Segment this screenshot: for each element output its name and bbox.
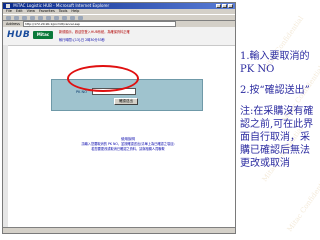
toolbar xyxy=(3,14,235,21)
pk-no-label: PK NO xyxy=(76,90,87,94)
sidebar-strip xyxy=(3,45,8,233)
page-banner: HUB Mitac 新德顯示，歡迎您登入HUB系統，為確保資料正確 執行時間:{… xyxy=(3,27,235,46)
status-bar xyxy=(3,227,235,233)
favorites-icon[interactable] xyxy=(54,15,59,20)
home-icon[interactable] xyxy=(38,15,43,20)
instruction-step-1: 1.輸入要取消的PK NO xyxy=(240,51,310,75)
page-content: HUB Mitac 新德顯示，歡迎您登入HUB系統，為確保資料正確 執行時間:{… xyxy=(3,27,235,233)
usage-note-line: 若您要更改或取消已確認之資料，請與相關人員聯繫 xyxy=(91,146,165,151)
banner-note-time: 執行時間:{13}日 2時30分53秒 xyxy=(59,38,105,42)
maximize-button[interactable] xyxy=(222,4,227,8)
confirm-submit-button[interactable]: 確認送出 xyxy=(114,98,138,105)
usage-notes: 使用說明 請輸入您要取消的 PK NO，並按確認送出(清單上為已確認之項目) 若… xyxy=(43,137,213,151)
forward-icon[interactable] xyxy=(14,15,19,20)
history-icon[interactable] xyxy=(62,15,67,20)
window-title: MiTAC Logistic HUB - Microsoft Internet … xyxy=(13,3,110,8)
browser-window: MiTAC Logistic HUB - Microsoft Internet … xyxy=(2,2,236,234)
banner-note: 新德顯示，歡迎您登入HUB系統，為確保資料正確 xyxy=(59,30,130,34)
instruction-note: 注:在采購沒有確認之前,可在此界面自行取消，采購已確認后無法更改或取消 xyxy=(240,106,314,169)
close-button[interactable] xyxy=(228,4,233,8)
print-icon[interactable] xyxy=(78,15,83,20)
mitac-logo: Mitac xyxy=(33,31,53,39)
watermark-text-4: Mitac Confidential xyxy=(285,174,320,234)
refresh-icon[interactable] xyxy=(30,15,35,20)
hub-logo: HUB xyxy=(7,30,31,40)
back-icon[interactable] xyxy=(6,15,11,20)
instructions-panel: 1.輸入要取消的PK NO 2.按“確認送出” 注:在采購沒有確認之前,可在此界… xyxy=(240,50,318,170)
address-label: Address xyxy=(6,22,20,26)
search-icon[interactable] xyxy=(46,15,51,20)
highlight-annotation xyxy=(67,65,139,92)
mail-icon[interactable] xyxy=(70,15,75,20)
stop-icon[interactable] xyxy=(22,15,27,20)
ie-icon xyxy=(6,4,10,8)
window-controls xyxy=(216,4,233,8)
minimize-button[interactable] xyxy=(216,4,221,8)
instruction-step-2: 2.按“確認送出” xyxy=(240,85,310,96)
